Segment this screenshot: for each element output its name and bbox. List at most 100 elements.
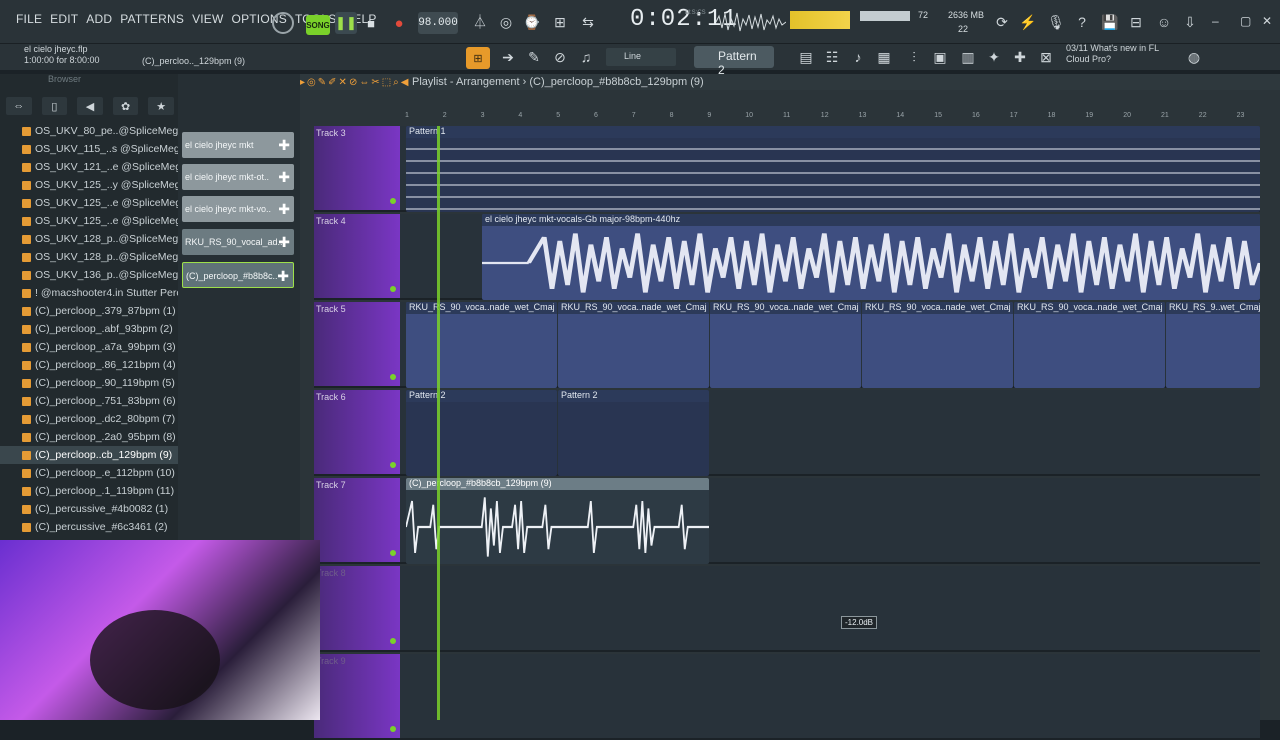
menu-add[interactable]: ADD <box>84 12 114 26</box>
browser-item[interactable]: (C)_percloop_.86_121bpm (4) <box>0 356 178 374</box>
snap-mode-select[interactable]: Line <box>606 48 676 66</box>
track-lane[interactable]: el cielo jheyc mkt-vocals-Gb major-98bpm… <box>400 214 1260 300</box>
add-icon[interactable]: ✚ <box>278 169 290 186</box>
browser-item[interactable]: (C)_percussive_#4b0082 (1) <box>0 500 178 518</box>
browser-item[interactable]: OS_UKV_128_p..@SpliceMega <box>0 248 178 266</box>
track-enable-dot[interactable] <box>390 462 396 468</box>
audio-clip[interactable]: RKU_RS_90_voca..nade_wet_Cmaj <box>558 302 709 388</box>
track-lane[interactable]: RKU_RS_90_voca..nade_wet_Cmaj RKU_RS_90_… <box>400 302 1260 388</box>
browser-plugin-icon[interactable]: ✿ <box>112 97 139 115</box>
link-icon[interactable]: ⊘ <box>550 47 570 67</box>
menu-file[interactable]: FILE <box>14 12 44 26</box>
audio-clip[interactable]: RKU_RS_9..wet_Cmaj <box>1166 302 1260 388</box>
globe-icon[interactable]: ◍ <box>1184 47 1204 67</box>
arrow-right-icon[interactable]: ➔ <box>498 47 518 67</box>
draw-tool-icon[interactable]: ✎ <box>524 47 544 67</box>
midi-icon[interactable]: ⚡ <box>1018 12 1038 32</box>
help-icon[interactable]: ? <box>1072 12 1092 32</box>
timeline-ruler[interactable]: 1 2 3 4 5 6 7 8 9 10 11 12 13 14 15 16 17 18 19 20 21 22 23 <box>405 112 1260 124</box>
plugin-icon[interactable]: ♫ <box>576 47 596 67</box>
picker-item-selected[interactable]: (C)_percloop_#b8b8c.. ✚ <box>182 262 294 288</box>
picker-item[interactable]: RKU_RS_90_vocal_ad.. ✚ <box>182 229 294 255</box>
track-enable-dot[interactable] <box>390 286 396 292</box>
maximize-button[interactable]: ▢ <box>1240 14 1251 28</box>
song-mode-toggle[interactable]: SONG <box>306 15 330 35</box>
fx-icon[interactable]: ✚ <box>1010 47 1030 67</box>
menu-edit[interactable]: EDIT <box>48 12 80 26</box>
snap-button[interactable]: ⊞ <box>466 47 490 69</box>
track-header[interactable]: Track 6 <box>314 390 400 476</box>
pattern-clip[interactable]: Pattern 2 <box>406 390 557 476</box>
browser-item[interactable]: (C)_percloop_.379_87bpm (1) <box>0 302 178 320</box>
track-enable-dot[interactable] <box>390 198 396 204</box>
record-button[interactable]: ● <box>388 12 410 34</box>
delete-icon[interactable]: ✕ <box>339 74 347 90</box>
playback-icon[interactable]: ◀ <box>401 74 409 90</box>
tempo-display[interactable]: 98.000 <box>418 12 458 34</box>
track-header[interactable]: Track 7 <box>314 478 400 564</box>
playhead[interactable] <box>437 126 440 720</box>
picker-item[interactable]: el cielo jheyc mkt-vo.. ✚ <box>182 196 294 222</box>
browser-icon[interactable]: ▦ <box>874 47 894 67</box>
countdown-icon[interactable]: ⌚ <box>522 12 542 32</box>
step-edit-icon[interactable]: ⊞ <box>550 12 570 32</box>
loop-record-icon[interactable]: ⇆ <box>578 12 598 32</box>
pat-song-icon[interactable] <box>272 12 294 34</box>
play-button[interactable]: ❚❚ <box>335 12 357 34</box>
browser-item[interactable]: (C)_percussive_#6c3461 (2) <box>0 518 178 536</box>
picker-item[interactable]: el cielo jheyc mkt-ot.. ✚ <box>182 164 294 190</box>
slice-icon[interactable]: ✂ <box>371 74 379 90</box>
browser-options-icon[interactable]: ⇔ <box>6 97 32 115</box>
track-header[interactable]: Track 8 <box>314 566 400 652</box>
piano-roll-icon[interactable]: ♪ <box>848 47 868 67</box>
track-enable-dot[interactable] <box>390 726 396 732</box>
track-header[interactable]: Track 3 <box>314 126 400 212</box>
browser-item[interactable]: (C)_percloop_.abf_93bpm (2) <box>0 320 178 338</box>
select-icon[interactable]: ⬚ <box>382 74 391 90</box>
pencil-icon[interactable]: ✎ <box>318 74 326 90</box>
browser-item[interactable]: OS_UKV_125_..e @SpliceMega <box>0 194 178 212</box>
browser-item[interactable]: OS_UKV_121_..e @SpliceMega <box>0 158 178 176</box>
reset-icon[interactable]: ⟳ <box>992 12 1012 32</box>
browser-file-icon[interactable]: ▯ <box>41 97 68 115</box>
audio-clip[interactable]: RKU_RS_90_voca..nade_wet_Cmaj <box>406 302 557 388</box>
browser-item[interactable]: OS_UKV_80_pe..@SpliceMega <box>0 122 178 140</box>
track-header[interactable]: Track 4 <box>314 214 400 300</box>
mute-icon[interactable]: ⊘ <box>349 74 357 90</box>
chat-icon[interactable]: ☺ <box>1154 12 1174 32</box>
track-enable-dot[interactable] <box>390 550 396 556</box>
metronome-icon[interactable]: ⏃ <box>470 12 490 32</box>
browser-star-icon[interactable]: ★ <box>148 97 174 115</box>
arrow-icon[interactable]: ▸ <box>300 74 305 90</box>
browser-item[interactable]: OS_UKV_128_p..@SpliceMega <box>0 230 178 248</box>
wait-input-icon[interactable]: ◎ <box>496 12 516 32</box>
browser-item[interactable]: (C)_percloop_.e_112bpm (10) <box>0 464 178 482</box>
browser-item[interactable]: (C)_percloop_.90_119bpm (5) <box>0 374 178 392</box>
add-icon[interactable]: ✚ <box>278 201 290 218</box>
browser-item[interactable]: (C)_percloop_.751_83bpm (6) <box>0 392 178 410</box>
browser-item[interactable]: OS_UKV_125_..y @SpliceMega <box>0 176 178 194</box>
save-icon[interactable]: 💾 <box>1100 12 1120 32</box>
track-header[interactable]: Track 9 <box>314 654 400 740</box>
mixer-icon[interactable]: ⊟ <box>1126 12 1146 32</box>
browser-item[interactable]: (C)_percloop_.2a0_95bpm (8) <box>0 428 178 446</box>
mixer-view-icon[interactable]: ⫶ <box>904 47 924 67</box>
pattern-selector[interactable]: Pattern 2 <box>694 46 774 77</box>
browser-item[interactable]: ! @macshooter4.in Stutter Perc <box>0 284 178 302</box>
picker-item[interactable]: el cielo jheyc mkt ✚ <box>182 132 294 158</box>
channel-rack-icon[interactable]: ☷ <box>822 47 842 67</box>
menu-view[interactable]: VIEW <box>190 12 225 26</box>
audio-clip[interactable]: RKU_RS_90_voca..nade_wet_Cmaj <box>710 302 861 388</box>
track-lane[interactable] <box>400 654 1260 740</box>
magnet-icon[interactable]: ◎ <box>307 74 316 90</box>
browser-item[interactable]: OS_UKV_115_..s @SpliceMega <box>0 140 178 158</box>
audio-clip[interactable]: RKU_RS_90_voca..nade_wet_Cmaj <box>862 302 1013 388</box>
paint-icon[interactable]: ✐ <box>328 74 336 90</box>
download-icon[interactable]: ⇩ <box>1180 12 1200 32</box>
add-icon[interactable]: ✚ <box>278 234 290 251</box>
wrench-icon[interactable]: ✦ <box>984 47 1004 67</box>
browser-item[interactable]: (C)_percloop_.1_119bpm (11) <box>0 482 178 500</box>
track-lane[interactable] <box>400 566 1260 652</box>
plugin-picker-icon[interactable]: ▣ <box>930 47 950 67</box>
store-icon[interactable]: ⊠ <box>1036 47 1056 67</box>
